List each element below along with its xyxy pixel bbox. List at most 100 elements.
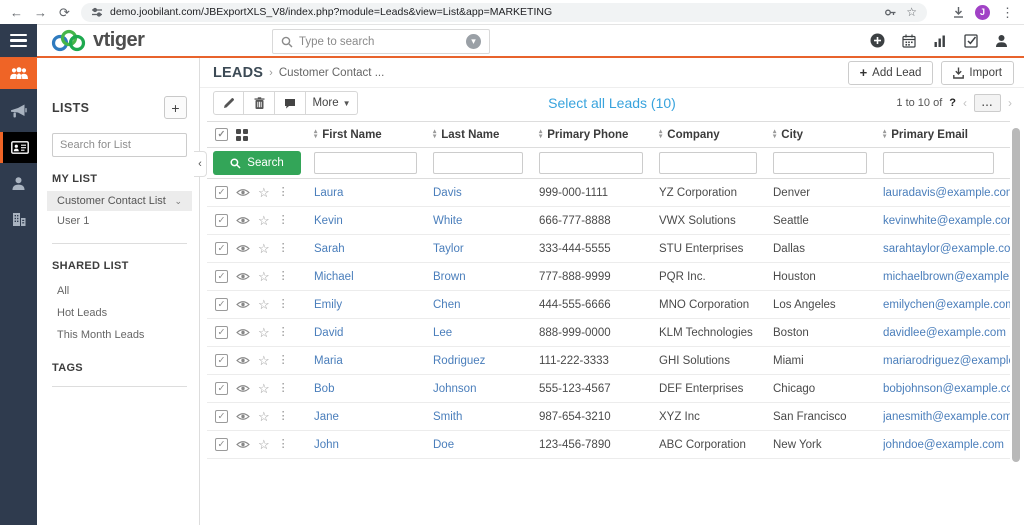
row-checkbox[interactable]: ✓: [215, 186, 228, 199]
cell-primary-email[interactable]: emilychen@example.com: [883, 299, 1010, 311]
follow-star-icon[interactable]: ☆: [258, 214, 270, 227]
search-scope-chevron-icon[interactable]: ▾: [466, 34, 481, 49]
col-header-primary-email[interactable]: ▴▾Primary Email: [883, 129, 1010, 141]
cell-last-name[interactable]: Rodriguez: [433, 355, 539, 367]
cell-last-name[interactable]: Doe: [433, 439, 539, 451]
sidebar-item-customer-contact-list[interactable]: Customer Contact List ⌄: [47, 191, 192, 211]
table-search-button[interactable]: Search: [213, 151, 301, 175]
chevron-down-icon[interactable]: ⌄: [174, 196, 182, 207]
cell-last-name[interactable]: Davis: [433, 187, 539, 199]
cell-last-name[interactable]: Brown: [433, 271, 539, 283]
cell-first-name[interactable]: John: [314, 439, 433, 451]
cell-primary-email[interactable]: mariarodriguez@example.com: [883, 355, 1010, 367]
follow-star-icon[interactable]: ☆: [258, 298, 270, 311]
browser-reload-icon[interactable]: ⟳: [57, 6, 72, 19]
sidebar-item-this-month-leads[interactable]: This Month Leads: [52, 324, 187, 346]
url-text[interactable]: demo.joobilant.com/JBExportXLS_V8/index.…: [110, 6, 877, 18]
browser-profile-avatar[interactable]: J: [975, 5, 990, 20]
cell-last-name[interactable]: Taylor: [433, 243, 539, 255]
row-actions-menu-icon[interactable]: ⋮: [278, 215, 289, 226]
row-actions-menu-icon[interactable]: ⋮: [278, 355, 289, 366]
browser-back-icon[interactable]: ←: [9, 6, 24, 19]
delete-trash-icon[interactable]: [244, 91, 275, 115]
row-actions-menu-icon[interactable]: ⋮: [278, 243, 289, 254]
col-header-company[interactable]: ▴▾Company: [659, 129, 773, 141]
sidebar-item-all[interactable]: All: [52, 280, 187, 302]
preview-eye-icon[interactable]: [236, 412, 250, 421]
browser-forward-icon[interactable]: →: [33, 6, 48, 19]
preview-eye-icon[interactable]: [236, 216, 250, 225]
cell-last-name[interactable]: White: [433, 215, 539, 227]
row-checkbox[interactable]: ✓: [215, 214, 228, 227]
col-header-last-name[interactable]: ▴▾Last Name: [433, 129, 539, 141]
preview-eye-icon[interactable]: [236, 188, 250, 197]
preview-eye-icon[interactable]: [236, 300, 250, 309]
row-checkbox[interactable]: ✓: [215, 242, 228, 255]
preview-eye-icon[interactable]: [236, 440, 250, 449]
row-actions-menu-icon[interactable]: ⋮: [278, 439, 289, 450]
cell-primary-email[interactable]: lauradavis@example.com: [883, 187, 1010, 199]
rail-organizations-building-icon[interactable]: [0, 204, 37, 235]
col-header-first-name[interactable]: ▴▾First Name: [314, 129, 433, 141]
sort-icon[interactable]: ▴▾: [883, 130, 886, 139]
comment-bubble-icon[interactable]: [275, 91, 306, 115]
grid-columns-icon[interactable]: [236, 129, 248, 141]
breadcrumb-module[interactable]: LEADS: [213, 65, 263, 81]
breadcrumb-list-name[interactable]: Customer Contact ...: [279, 67, 384, 79]
filter-primary-phone-input[interactable]: [539, 152, 643, 174]
cell-primary-email[interactable]: michaelbrown@example.com: [883, 271, 1010, 283]
row-checkbox[interactable]: ✓: [215, 298, 228, 311]
col-header-city[interactable]: ▴▾City: [773, 129, 883, 141]
follow-star-icon[interactable]: ☆: [258, 410, 270, 423]
quick-create-icon[interactable]: [870, 33, 885, 48]
reports-chart-icon[interactable]: [933, 34, 947, 48]
sort-icon[interactable]: ▴▾: [314, 130, 317, 139]
cell-first-name[interactable]: David: [314, 327, 433, 339]
page-next-icon[interactable]: ›: [1008, 96, 1012, 110]
sidebar-collapse-icon[interactable]: ‹: [194, 151, 207, 177]
follow-star-icon[interactable]: ☆: [258, 438, 270, 451]
password-key-icon[interactable]: [884, 6, 897, 19]
rail-contacts-group-icon[interactable]: [0, 58, 37, 89]
preview-eye-icon[interactable]: [236, 328, 250, 337]
cell-first-name[interactable]: Maria: [314, 355, 433, 367]
cell-first-name[interactable]: Bob: [314, 383, 433, 395]
select-all-checkbox[interactable]: ✓: [215, 128, 228, 141]
sort-icon[interactable]: ▴▾: [539, 130, 542, 139]
vertical-scrollbar[interactable]: [1012, 128, 1020, 462]
tasks-icon[interactable]: [964, 34, 978, 48]
preview-eye-icon[interactable]: [236, 356, 250, 365]
rail-campaigns-megaphone-icon[interactable]: [0, 96, 37, 127]
add-list-button[interactable]: +: [164, 96, 187, 119]
cell-primary-email[interactable]: johndoe@example.com: [883, 439, 1010, 451]
cell-first-name[interactable]: Kevin: [314, 215, 433, 227]
cell-first-name[interactable]: Emily: [314, 299, 433, 311]
cell-last-name[interactable]: Chen: [433, 299, 539, 311]
filter-last-name-input[interactable]: [433, 152, 523, 174]
row-checkbox[interactable]: ✓: [215, 438, 228, 451]
row-checkbox[interactable]: ✓: [215, 410, 228, 423]
more-button[interactable]: More ▼: [306, 91, 358, 115]
cell-primary-email[interactable]: sarahtaylor@example.com: [883, 243, 1010, 255]
address-bar[interactable]: demo.joobilant.com/JBExportXLS_V8/index.…: [81, 3, 927, 22]
browser-menu-icon[interactable]: ⋮: [1000, 6, 1015, 19]
follow-star-icon[interactable]: ☆: [258, 186, 270, 199]
cell-last-name[interactable]: Smith: [433, 411, 539, 423]
filter-primary-email-input[interactable]: [883, 152, 994, 174]
list-search-input[interactable]: [52, 133, 187, 157]
preview-eye-icon[interactable]: [236, 244, 250, 253]
rail-contacts-person-icon[interactable]: [0, 168, 37, 199]
cell-first-name[interactable]: Laura: [314, 187, 433, 199]
rail-leads-contact-card-icon[interactable]: [0, 132, 37, 163]
edit-button[interactable]: [213, 91, 244, 115]
import-button[interactable]: Import: [941, 61, 1014, 85]
global-search[interactable]: Type to search ▾: [272, 29, 490, 54]
cell-primary-email[interactable]: janesmith@example.com: [883, 411, 1010, 423]
row-checkbox[interactable]: ✓: [215, 270, 228, 283]
cell-primary-email[interactable]: bobjohnson@example.com: [883, 383, 1010, 395]
site-info-icon[interactable]: [91, 6, 103, 18]
row-checkbox[interactable]: ✓: [215, 382, 228, 395]
cell-last-name[interactable]: Johnson: [433, 383, 539, 395]
row-actions-menu-icon[interactable]: ⋮: [278, 383, 289, 394]
calendar-icon[interactable]: [902, 34, 916, 48]
